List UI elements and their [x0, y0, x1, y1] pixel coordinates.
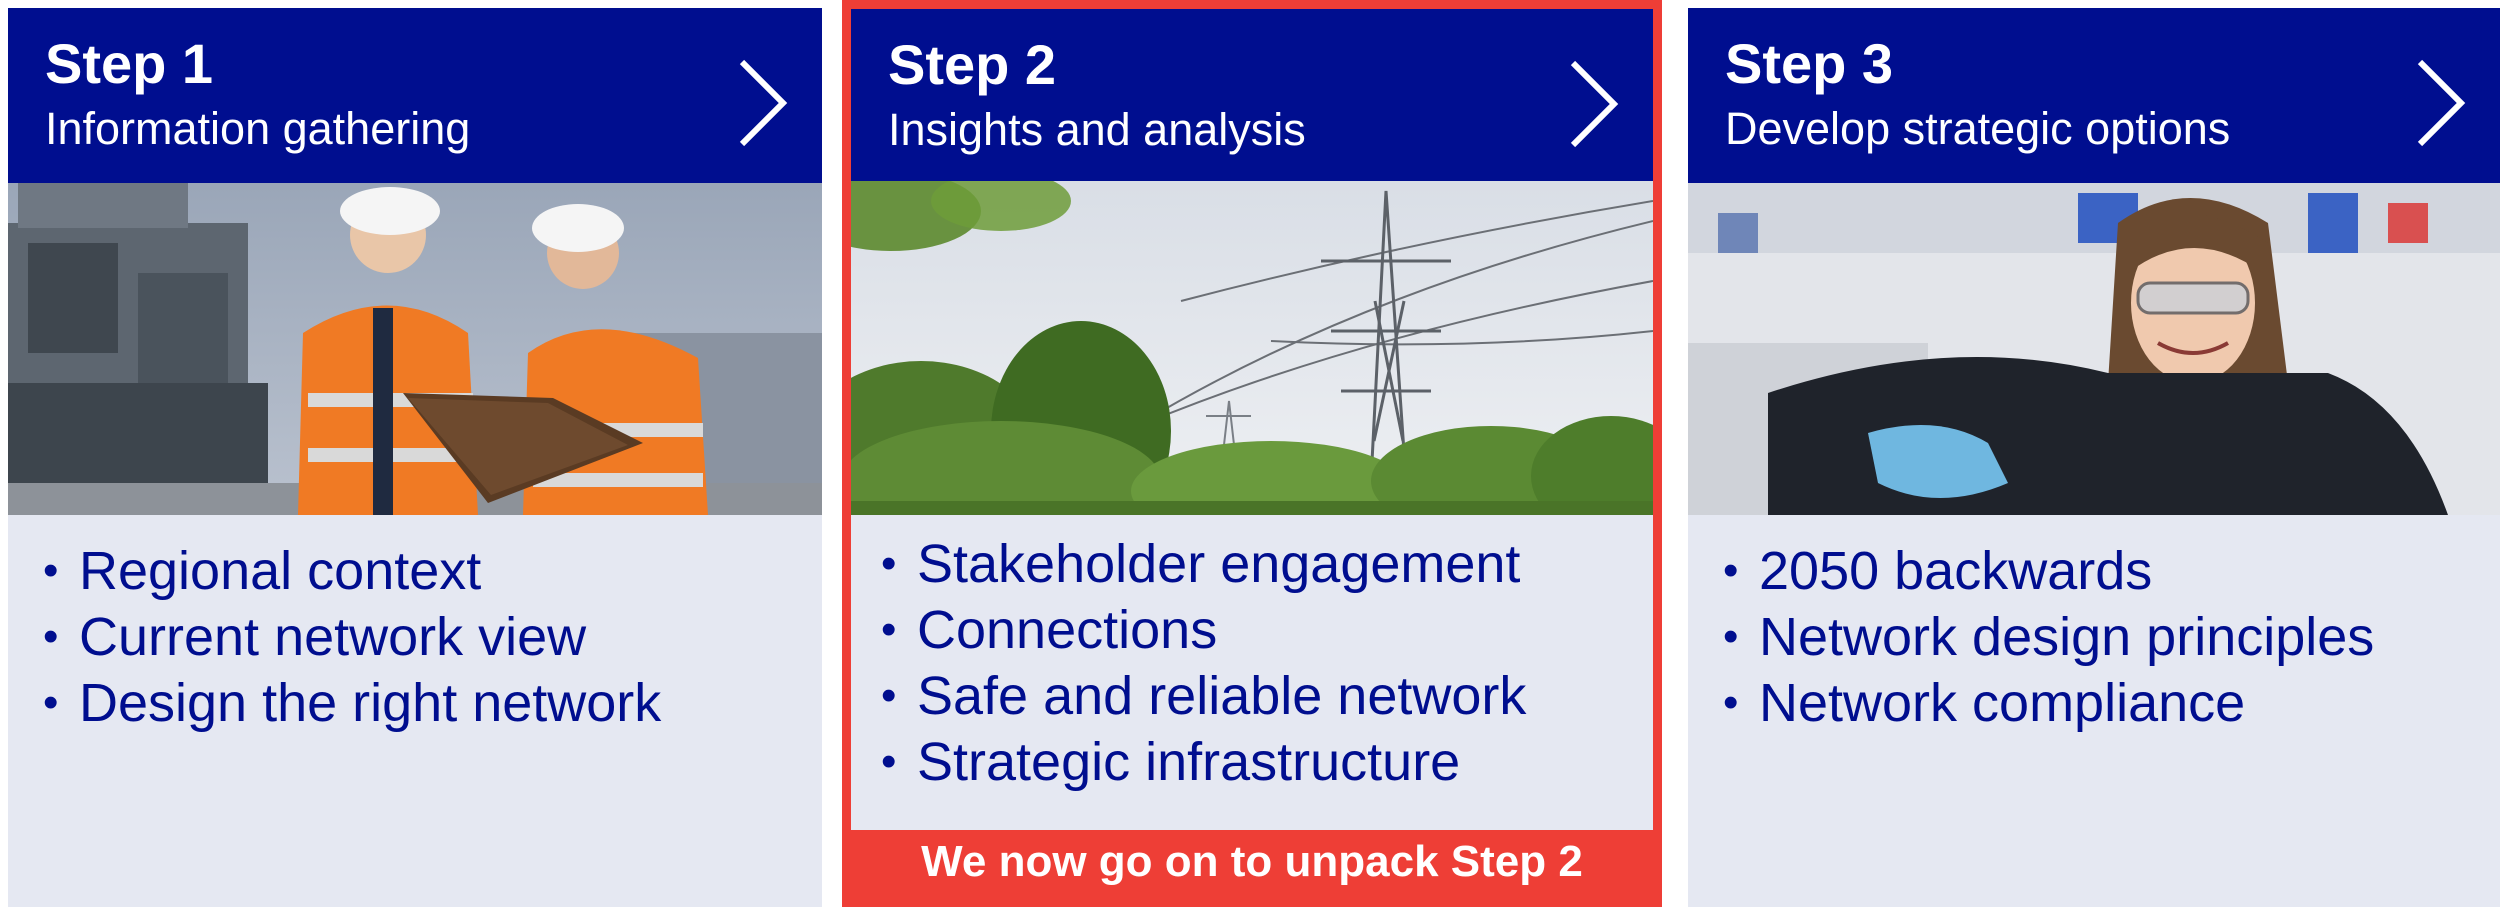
unpack-step-2-banner: We now go on to unpack Step 2	[851, 830, 1653, 898]
list-item: Safe and reliable network	[881, 663, 1526, 729]
step-1-header: Step 1 Information gathering	[8, 8, 822, 183]
list-item: Network design principles	[1723, 604, 2374, 670]
list-item: Regional context	[43, 538, 661, 604]
two-engineers-photo	[8, 183, 822, 515]
step-1-title: Step 1	[45, 32, 214, 95]
step-3-title: Step 3	[1725, 32, 1894, 95]
step-1-subtitle: Information gathering	[45, 103, 471, 154]
technician-photo	[1688, 183, 2500, 515]
list-item: Network compliance	[1723, 670, 2374, 736]
chevron-right-icon[interactable]	[1569, 59, 1619, 149]
step-2-title: Step 2	[888, 33, 1057, 96]
step-2-bullet-list: Stakeholder engagement Connections Safe …	[881, 531, 1526, 795]
list-item: Connections	[881, 597, 1526, 663]
list-item: Design the right network	[43, 670, 661, 736]
step-2-subtitle: Insights and analysis	[888, 104, 1306, 155]
list-item: Stakeholder engagement	[881, 531, 1526, 597]
step-3-card[interactable]: Step 3 Develop strategic options 2050 ba…	[1688, 8, 2500, 907]
step-2-header: Step 2 Insights and analysis	[851, 9, 1653, 181]
step-1-card[interactable]: Step 1 Information gathering • Regional …	[8, 8, 822, 907]
step-3-header: Step 3 Develop strategic options	[1688, 8, 2500, 183]
list-item: Current network view	[43, 604, 661, 670]
step-3-subtitle: Develop strategic options	[1725, 103, 2231, 154]
list-item: Strategic infrastructure	[881, 729, 1526, 795]
list-item: 2050 backwards	[1723, 538, 2374, 604]
chevron-right-icon[interactable]	[738, 58, 788, 148]
pylons-and-trees-photo	[851, 181, 1653, 515]
step-3-bullet-list: 2050 backwards Network design principles…	[1723, 538, 2374, 736]
step-1-bullet-list: Regional context Current network view De…	[43, 538, 661, 736]
chevron-right-icon[interactable]	[2416, 58, 2466, 148]
step-2-card[interactable]: Step 2 Insights and analysis • Stakehold…	[842, 0, 1662, 907]
